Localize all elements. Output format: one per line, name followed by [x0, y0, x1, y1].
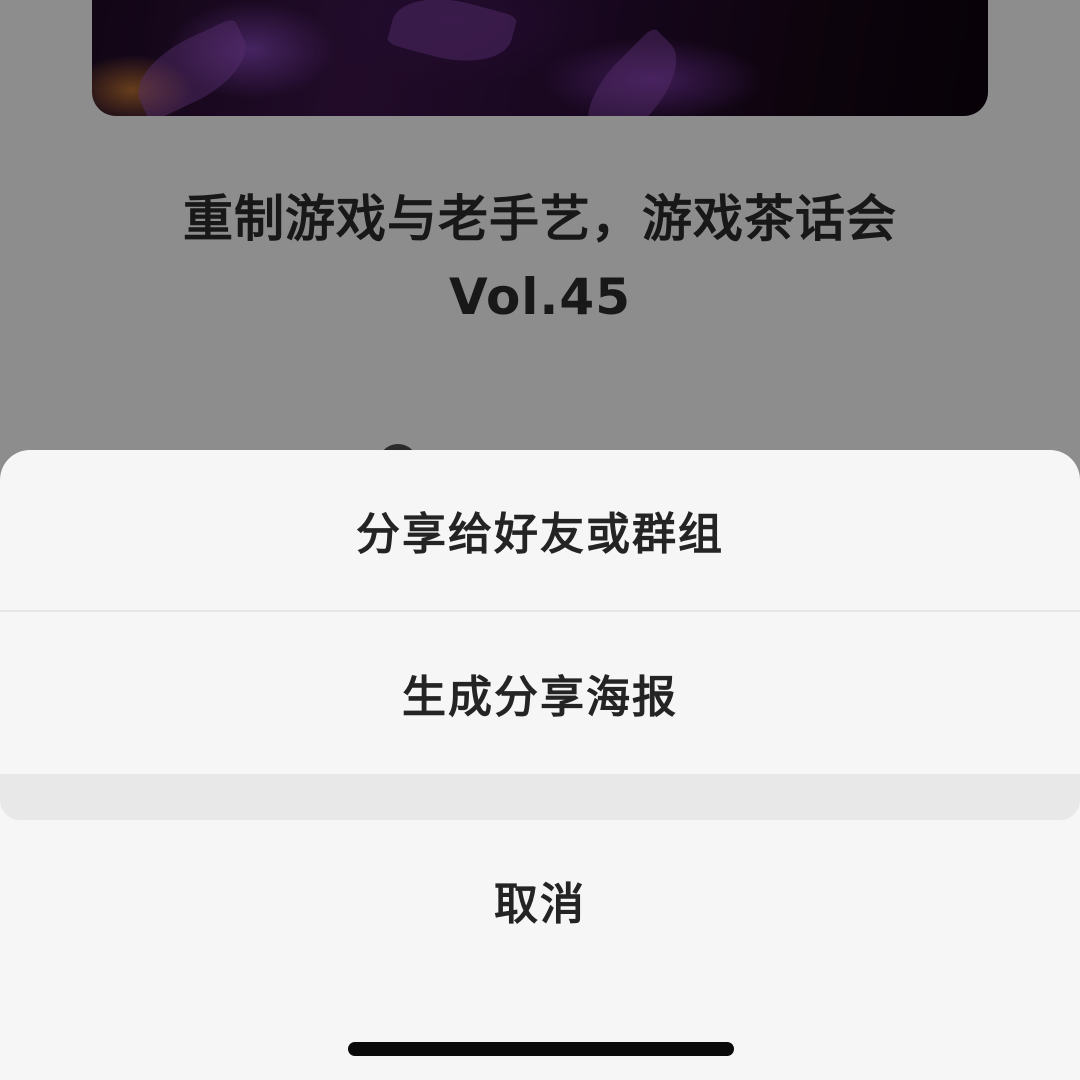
generate-poster-button[interactable]: 生成分享海报: [0, 612, 1080, 774]
cancel-label: 取消: [494, 879, 586, 930]
sheet-separator-gap: [0, 774, 1080, 820]
home-indicator[interactable]: [348, 1042, 734, 1056]
share-action-sheet: 分享给好友或群组 生成分享海报 取消: [0, 450, 1080, 1080]
share-to-friends-label: 分享给好友或群组: [356, 509, 724, 560]
generate-poster-label: 生成分享海报: [402, 672, 678, 723]
screen: 重制游戏与老手艺，游戏茶话会 Vol.45 分享给好友或群组 生成分享海报 取消: [0, 0, 1080, 1080]
cancel-button[interactable]: 取消: [0, 820, 1080, 980]
share-to-friends-button[interactable]: 分享给好友或群组: [0, 450, 1080, 610]
